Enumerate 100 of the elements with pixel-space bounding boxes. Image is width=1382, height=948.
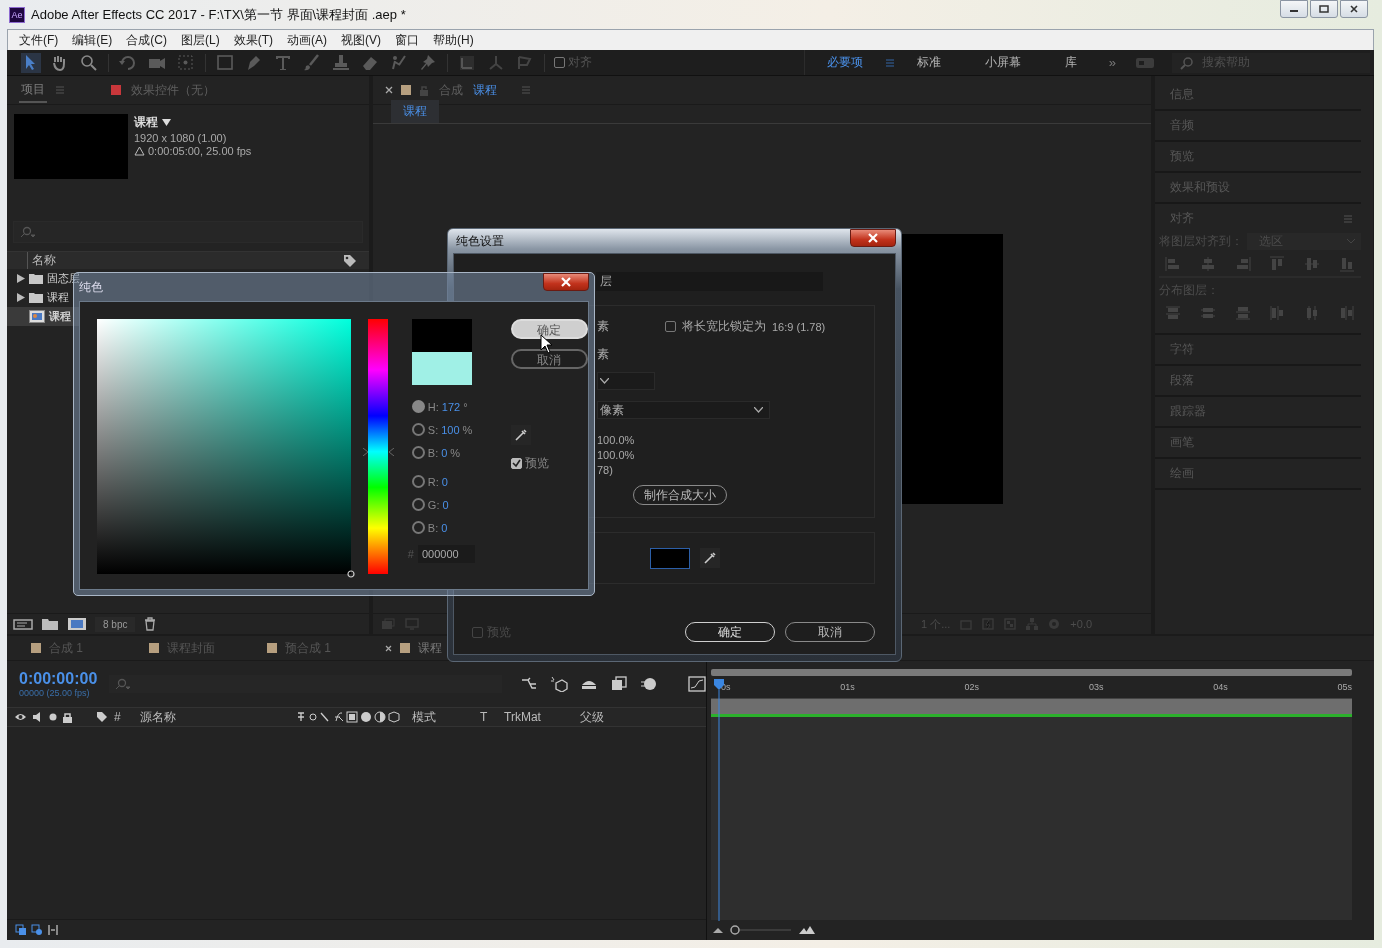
color-value-radio[interactable]: S: 100 % bbox=[411, 418, 475, 441]
expand-arrow-icon[interactable] bbox=[17, 274, 25, 283]
audio-icon[interactable] bbox=[32, 712, 43, 722]
visibility-icon[interactable] bbox=[15, 712, 26, 722]
align-middle-icon[interactable] bbox=[1304, 256, 1321, 272]
expand-arrow-icon[interactable] bbox=[17, 293, 25, 302]
new-composition-icon[interactable] bbox=[67, 617, 87, 631]
pixel-aspect-dropdown[interactable]: 像素 bbox=[597, 401, 770, 419]
distribute-middle-icon[interactable] bbox=[1199, 305, 1216, 321]
picker-handle-icon[interactable] bbox=[347, 570, 355, 578]
eyedropper-button[interactable] bbox=[510, 425, 531, 445]
close-button[interactable] bbox=[1340, 0, 1368, 18]
menu-icon[interactable] bbox=[55, 85, 65, 95]
interpret-footage-icon[interactable] bbox=[13, 617, 33, 631]
preview-checkbox[interactable]: 预览 bbox=[510, 455, 588, 472]
zoom-slider-icon[interactable] bbox=[729, 924, 793, 936]
exposure-icon[interactable] bbox=[1048, 618, 1061, 630]
workspace-tab[interactable]: 标准 bbox=[894, 54, 963, 71]
name-field[interactable]: 层 bbox=[596, 272, 823, 291]
viewer-tab[interactable]: 课程 bbox=[391, 100, 439, 123]
stamp-tool[interactable] bbox=[331, 52, 351, 73]
hex-field[interactable]: 000000 bbox=[417, 545, 475, 563]
align-center-icon[interactable] bbox=[1199, 256, 1216, 272]
rectangle-tool[interactable] bbox=[215, 52, 235, 73]
align-top-icon[interactable] bbox=[1269, 256, 1286, 272]
pan-behind-tool[interactable] bbox=[176, 52, 196, 73]
zoom-tool[interactable] bbox=[79, 52, 99, 73]
column-header[interactable]: 源名称 bbox=[140, 708, 290, 726]
align-right-icon[interactable] bbox=[1234, 256, 1251, 272]
frame-blending-icon[interactable] bbox=[610, 676, 628, 692]
menu-item[interactable]: 动画(A) bbox=[280, 31, 334, 49]
distribute-right-icon[interactable] bbox=[1339, 305, 1355, 321]
panel-tab[interactable]: 项目 bbox=[19, 77, 47, 103]
project-item-name[interactable]: 课程 bbox=[49, 309, 71, 324]
menu-icon[interactable] bbox=[1343, 213, 1353, 224]
selection-arrow-tool[interactable] bbox=[21, 52, 41, 73]
graph-editor-icon[interactable] bbox=[688, 676, 706, 692]
flowchart-icon[interactable] bbox=[520, 676, 538, 692]
menu-icon[interactable] bbox=[884, 57, 895, 68]
color-swatch[interactable] bbox=[650, 547, 690, 569]
color-value-radio[interactable]: R: 0 bbox=[411, 470, 475, 493]
column-header[interactable]: # bbox=[114, 710, 134, 724]
modes-toggle-icon[interactable] bbox=[31, 924, 43, 936]
maximize-button[interactable] bbox=[1310, 0, 1338, 18]
menu-item[interactable]: 视图(V) bbox=[334, 31, 388, 49]
workspace-tab[interactable]: 小屏幕 bbox=[962, 54, 1043, 71]
minimize-button[interactable] bbox=[1280, 0, 1308, 18]
column-header[interactable]: T bbox=[480, 710, 498, 724]
menu-item[interactable]: 图层(L) bbox=[174, 31, 227, 49]
draft-3d-icon[interactable] bbox=[550, 676, 568, 692]
more-workspaces-button[interactable]: » bbox=[1098, 55, 1126, 70]
column-header[interactable]: 模式 bbox=[412, 708, 474, 726]
in-out-toggle-icon[interactable] bbox=[47, 924, 59, 936]
distribute-bottom-icon[interactable] bbox=[1234, 305, 1251, 321]
menu-item[interactable]: 帮助(H) bbox=[426, 31, 481, 49]
close-icon[interactable] bbox=[385, 86, 393, 94]
eyedropper-button[interactable] bbox=[700, 548, 720, 568]
menu-item[interactable]: 文件(F) bbox=[12, 31, 66, 49]
sync-settings-icon[interactable] bbox=[1135, 55, 1155, 70]
lock-icon[interactable] bbox=[63, 711, 72, 723]
menu-icon[interactable] bbox=[521, 85, 531, 95]
zoom-out-icon[interactable] bbox=[713, 927, 723, 933]
align-left-icon[interactable] bbox=[1165, 256, 1181, 272]
align-bottom-icon[interactable] bbox=[1339, 256, 1355, 272]
workspace-tab[interactable]: 库 bbox=[1042, 54, 1099, 71]
solo-icon[interactable] bbox=[49, 713, 57, 721]
dialog-button[interactable]: 确定 bbox=[685, 622, 775, 642]
distribute-top-icon[interactable] bbox=[1165, 305, 1181, 321]
make-comp-size-button[interactable]: 制作合成大小 bbox=[633, 485, 727, 505]
color-value-radio[interactable]: B: 0 % bbox=[411, 441, 475, 464]
color-value-radio[interactable]: H: 172 ° bbox=[411, 395, 475, 418]
dropdown-arrow-icon[interactable] bbox=[162, 119, 171, 126]
motion-blur-icon[interactable] bbox=[640, 676, 658, 692]
menu-item[interactable]: 效果(T) bbox=[226, 31, 280, 49]
close-button[interactable] bbox=[543, 273, 589, 291]
column-header[interactable]: 父级 bbox=[580, 708, 620, 726]
close-button[interactable] bbox=[850, 229, 896, 247]
layer-switches-toggle-icon[interactable] bbox=[15, 924, 27, 936]
zoom-in-icon[interactable] bbox=[799, 926, 815, 934]
hue-slider-thumb[interactable] bbox=[363, 447, 394, 456]
dialog-button[interactable]: 确定 bbox=[510, 319, 588, 339]
units-dropdown[interactable] bbox=[597, 372, 655, 390]
distribute-left-icon[interactable] bbox=[1269, 305, 1286, 321]
timeline-tab[interactable]: 课程 bbox=[385, 639, 442, 657]
new-folder-icon[interactable] bbox=[41, 617, 59, 631]
color-value-radio[interactable]: G: 0 bbox=[411, 493, 475, 516]
project-item-name[interactable]: 课程 bbox=[47, 290, 69, 305]
composition-tab[interactable]: 课程 bbox=[473, 81, 497, 99]
trash-icon[interactable] bbox=[143, 617, 158, 631]
color-value-radio[interactable]: B: 0 bbox=[411, 516, 475, 539]
menu-item[interactable]: 编辑(E) bbox=[65, 31, 120, 49]
hue-slider[interactable] bbox=[363, 319, 394, 574]
dialog-button[interactable]: 取消 bbox=[510, 349, 588, 369]
project-search-field[interactable] bbox=[13, 221, 363, 243]
brush-tool[interactable] bbox=[302, 52, 322, 73]
fast-preview-icon[interactable] bbox=[982, 618, 995, 630]
lock-ratio-checkbox[interactable]: 将长宽比锁定为 bbox=[665, 318, 766, 335]
bit-depth-button[interactable]: 8 bpc bbox=[95, 616, 136, 632]
column-header[interactable]: TrkMat bbox=[504, 710, 574, 724]
menu-item[interactable]: 窗口 bbox=[388, 31, 426, 49]
